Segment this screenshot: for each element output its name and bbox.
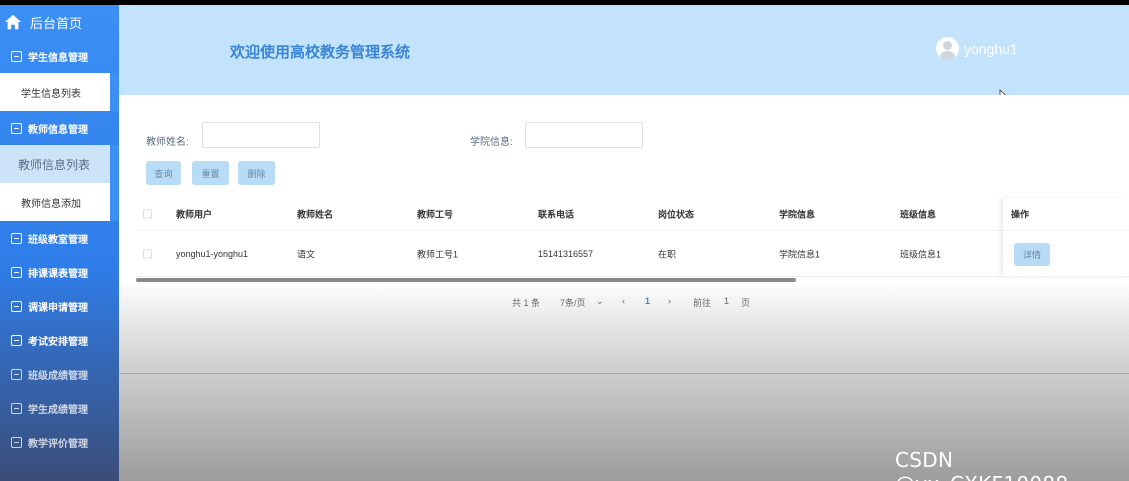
sidebar-menu-student-score[interactable]: 学生成绩管理 [0,391,119,425]
sidebar-item-label: 教师信息列表 [18,157,91,172]
username: yonghu1 [964,40,1018,57]
sidebar-menu-exam[interactable]: 考试安排管理 [0,323,119,357]
table-row: yonghu1-yonghu1 语文 教师工号1 15141316557 在职 … [136,231,1129,277]
page-title: 欢迎使用高校教务管理系统 [230,44,411,61]
sidebar-menu-label: 教学评价管理 [28,438,88,450]
sidebar-item-student-list[interactable]: 学生信息列表 [0,73,119,111]
edit-icon [11,368,22,380]
sidebar-menu-classroom[interactable]: 班级教室管理 [0,221,119,255]
sidebar-menu-label: 班级教室管理 [28,234,88,246]
sidebar-menu-label: 教师信息管理 [28,124,88,136]
select-all-checkbox[interactable] [143,209,152,219]
sidebar-menu-label: 调课申请管理 [28,302,88,314]
cell-college: 学院信息1 [779,249,821,259]
page-unit-label: 页 [741,298,751,308]
page-number[interactable]: 1 [645,296,650,306]
edit-icon [11,50,22,62]
delete-button[interactable]: 删除 [238,161,275,185]
divider [119,373,1129,374]
cell-name: 语文 [297,249,316,259]
column-header: 学院信息 [779,209,816,220]
goto-input[interactable]: 1 [724,296,729,306]
sidebar-faded-group: 班级成绩管理 学生成绩管理 教学评价管理 [0,357,119,459]
sidebar: 后台首页 学生信息管理 学生信息列表 教师信息管理 教师信息列表 教师信息添加 … [0,5,119,481]
chevron-down-icon: ⌄ [596,296,604,306]
sidebar-menu-evaluation[interactable]: 教学评价管理 [0,425,119,459]
row-checkbox[interactable] [143,249,152,258]
pagination-total: 共 1 条 [512,298,541,308]
main-content: 教师姓名: 学院信息: 查询 重置 删除 教师用户 教师姓名 教师工号 联系电话… [119,95,1129,481]
horizontal-scrollbar[interactable] [136,278,796,282]
sidebar-item-label: 学生信息列表 [21,88,81,100]
sidebar-menu-class-score[interactable]: 班级成绩管理 [0,357,119,391]
layers-icon [11,266,22,278]
table-header: 教师用户 教师姓名 教师工号 联系电话 岗位状态 学院信息 班级信息 操作 [136,198,1129,231]
top-header: 欢迎使用高校教务管理系统 yonghu1 [119,5,1129,95]
sidebar-item-teacher-add[interactable]: 教师信息添加 [0,183,119,221]
sidebar-item-teacher-list[interactable]: 教师信息列表 [0,145,119,183]
home-icon [4,14,22,30]
cell-class: 班级信息1 [900,249,942,259]
message-icon [11,300,22,312]
sidebar-menu-label: 学生信息管理 [28,52,88,64]
pagination: 共 1 条 7条/页 ⌄ ‹ 1 › 前往 1 页 [119,296,1129,312]
cell-number: 教师工号1 [417,249,459,259]
form-icon [11,122,22,134]
edit-icon [11,232,22,244]
next-page-icon[interactable]: › [668,296,671,306]
column-header: 班级信息 [900,209,937,220]
goto-label: 前往 [693,298,712,308]
sidebar-menu-label: 学生成绩管理 [28,404,88,416]
sidebar-menu-adjust[interactable]: 调课申请管理 [0,289,119,323]
sidebar-menu-label: 排课课表管理 [28,268,88,280]
sidebar-submenu-teacher: 教师信息列表 教师信息添加 [0,145,119,221]
college-input[interactable] [525,122,643,148]
document-icon [11,334,22,346]
sidebar-item-label: 教师信息添加 [21,198,81,210]
user-menu[interactable]: yonghu1 [936,37,1018,60]
sidebar-menu-label: 班级成绩管理 [28,370,88,382]
sidebar-menu-schedule[interactable]: 排课课表管理 [0,255,119,289]
avatar [936,37,959,60]
column-header: 岗位状态 [658,209,695,220]
page-size-select[interactable]: 7条/页 [560,296,586,309]
column-header: 教师姓名 [297,209,334,220]
column-header: 教师用户 [176,209,213,220]
prev-page-icon[interactable]: ‹ [622,296,625,306]
cell-status: 在职 [658,249,677,259]
watermark: CSDN @vx_CXKF10088 [895,448,1068,481]
query-button[interactable]: 查询 [146,161,181,185]
reset-button[interactable]: 重置 [192,161,229,185]
sidebar-menu-student[interactable]: 学生信息管理 [0,39,119,73]
column-header: 联系电话 [538,209,575,220]
sidebar-menu-teacher[interactable]: 教师信息管理 [0,111,119,145]
sidebar-home[interactable]: 后台首页 [0,5,119,39]
teacher-name-input[interactable] [202,122,320,148]
sidebar-submenu-student: 学生信息列表 [0,73,119,111]
sidebar-home-label: 后台首页 [30,15,83,31]
cell-phone: 15141316557 [538,248,594,259]
app-frame: 后台首页 学生信息管理 学生信息列表 教师信息管理 教师信息列表 教师信息添加 … [0,5,1129,481]
column-header: 教师工号 [417,209,454,220]
cell-user: yonghu1-yonghu1 [176,248,249,259]
layers-icon [11,402,22,414]
edit-icon [11,436,22,448]
fixed-action-column [1003,198,1129,277]
college-label: 学院信息: [470,137,513,148]
sidebar-menu-label: 考试安排管理 [28,336,88,348]
teacher-name-label: 教师姓名: [146,137,189,148]
